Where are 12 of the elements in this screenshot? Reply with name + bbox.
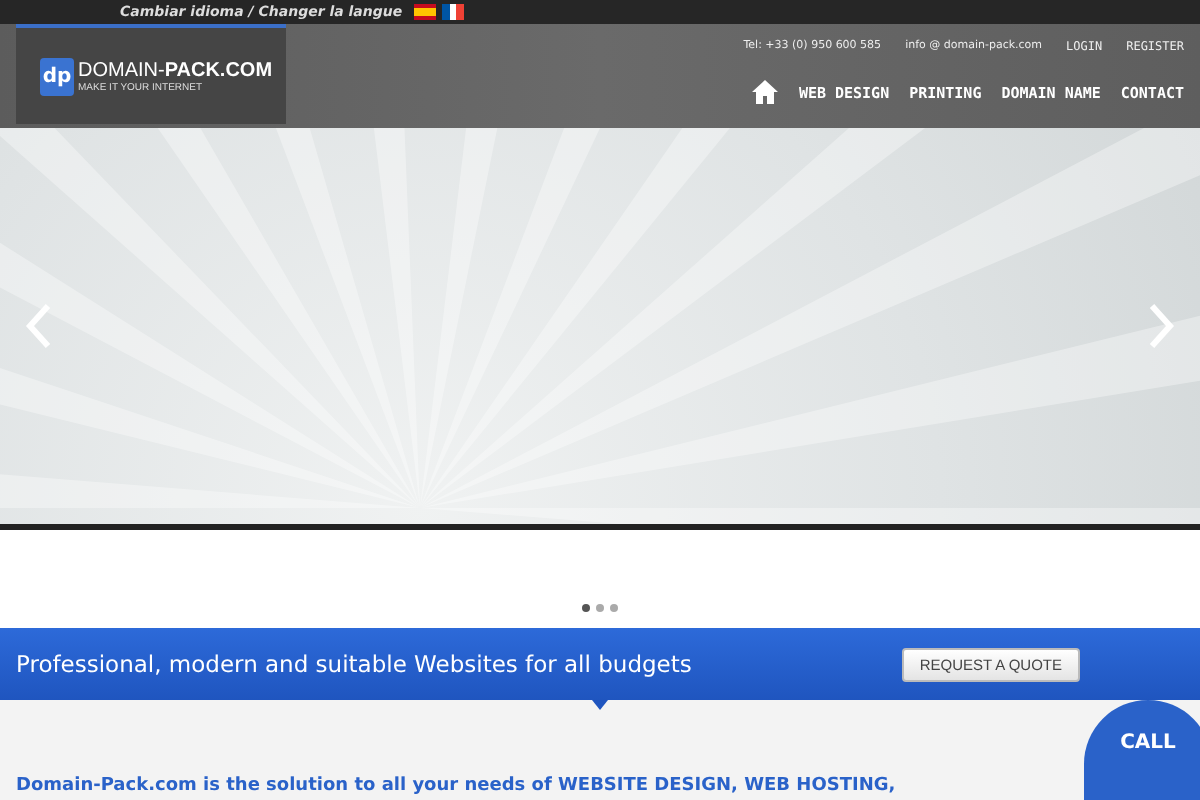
spain-flag-icon[interactable] [414, 4, 437, 20]
home-icon[interactable] [752, 80, 779, 104]
logo-mark: dp [40, 57, 74, 95]
slider-dot[interactable] [596, 604, 604, 612]
logo-name: DOMAIN-PACK.COM [78, 59, 273, 81]
slider-dot[interactable] [610, 604, 618, 612]
france-flag-icon[interactable] [442, 4, 465, 20]
banner-notch-icon [592, 700, 608, 710]
intro-text: Domain-Pack.com is the solution to all your needs of WEBSITE DESIGN, WEB HOSTING, [16, 776, 896, 796]
call-badge[interactable]: CALL [1084, 700, 1200, 800]
slider-dot[interactable] [582, 604, 590, 612]
banner-text: Professional, modern and suitable Websites for all budgets [16, 650, 692, 678]
